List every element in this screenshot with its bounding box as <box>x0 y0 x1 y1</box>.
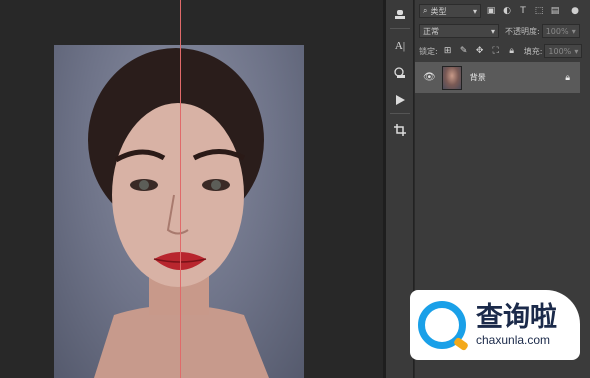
portrait-illustration <box>88 48 269 378</box>
tool-separator <box>390 113 410 114</box>
lock-transparent-icon[interactable]: ⊞ <box>442 45 454 57</box>
lock-icon: 🔒︎ <box>565 72 570 83</box>
opacity-input[interactable]: 100% ▾ <box>541 24 580 38</box>
lock-image-icon[interactable]: ✎ <box>458 45 470 57</box>
filter-kind-label: 类型 <box>430 6 447 16</box>
chevron-down-icon: ▾ <box>571 26 576 36</box>
portrait-photo <box>54 45 304 378</box>
filter-toggle-icon[interactable]: ● <box>569 5 581 17</box>
chevron-down-icon: ▾ <box>472 6 477 16</box>
watermark-brand-cn: 查询啦 <box>476 302 557 333</box>
search-logo-icon <box>418 301 466 349</box>
filter-kind-select[interactable]: ⌕ 类型 ▾ <box>419 4 481 18</box>
opacity-label: 不透明度: <box>505 26 540 36</box>
stamp-icon[interactable] <box>390 6 410 24</box>
lock-all-icon[interactable]: 🔒︎ <box>506 45 518 57</box>
layer-filter-row: ⌕ 类型 ▾ ▣ ◐ T ⬚ ▤ ● <box>415 4 590 18</box>
lock-label: 锁定: <box>419 46 438 56</box>
blend-row: 正常 ▾ 不透明度: 100% ▾ <box>415 24 590 38</box>
eye-icon[interactable]: 👁︎ <box>423 72 436 83</box>
chevron-down-icon: ▾ <box>574 46 579 56</box>
paragraph-icon[interactable] <box>390 64 410 82</box>
watermark-brand-en: chaxunla.com <box>476 333 551 347</box>
play-icon[interactable] <box>390 91 410 109</box>
tool-separator <box>390 28 410 29</box>
blend-mode-value: 正常 <box>423 26 439 36</box>
smart-object-filter-icon[interactable]: ▤ <box>549 5 561 17</box>
vertical-guide-line[interactable] <box>180 0 181 378</box>
fill-input[interactable]: 100% ▾ <box>544 44 583 58</box>
opacity-value: 100% <box>545 26 569 36</box>
crop-icon[interactable] <box>390 121 410 139</box>
fill-value: 100% <box>548 46 572 56</box>
layer-item-background[interactable]: 👁︎ 背景 🔒︎ <box>415 62 580 93</box>
type-filter-icon[interactable]: T <box>517 5 529 17</box>
chevron-down-icon: ▾ <box>490 26 495 36</box>
pixel-filter-icon[interactable]: ▣ <box>485 5 497 17</box>
adjustment-filter-icon[interactable]: ◐ <box>501 5 513 17</box>
document-canvas[interactable] <box>0 0 383 378</box>
fill-label: 填充: <box>523 46 543 56</box>
blend-mode-select[interactable]: 正常 ▾ <box>419 24 499 38</box>
layer-thumbnail <box>441 65 462 90</box>
layer-name: 背景 <box>469 73 486 82</box>
shape-filter-icon[interactable]: ⬚ <box>533 5 545 17</box>
character-icon[interactable]: A| <box>390 37 410 55</box>
lock-position-icon[interactable]: ✥ <box>474 45 486 57</box>
watermark-badge: 查询啦 chaxunla.com <box>410 290 580 360</box>
lock-row: 锁定: ⊞ ✎ ✥ ⛶ 🔒︎ 填充: 100% ▾ <box>415 44 590 58</box>
lock-artboard-icon[interactable]: ⛶ <box>490 45 502 57</box>
search-icon: ⌕ <box>423 6 428 15</box>
